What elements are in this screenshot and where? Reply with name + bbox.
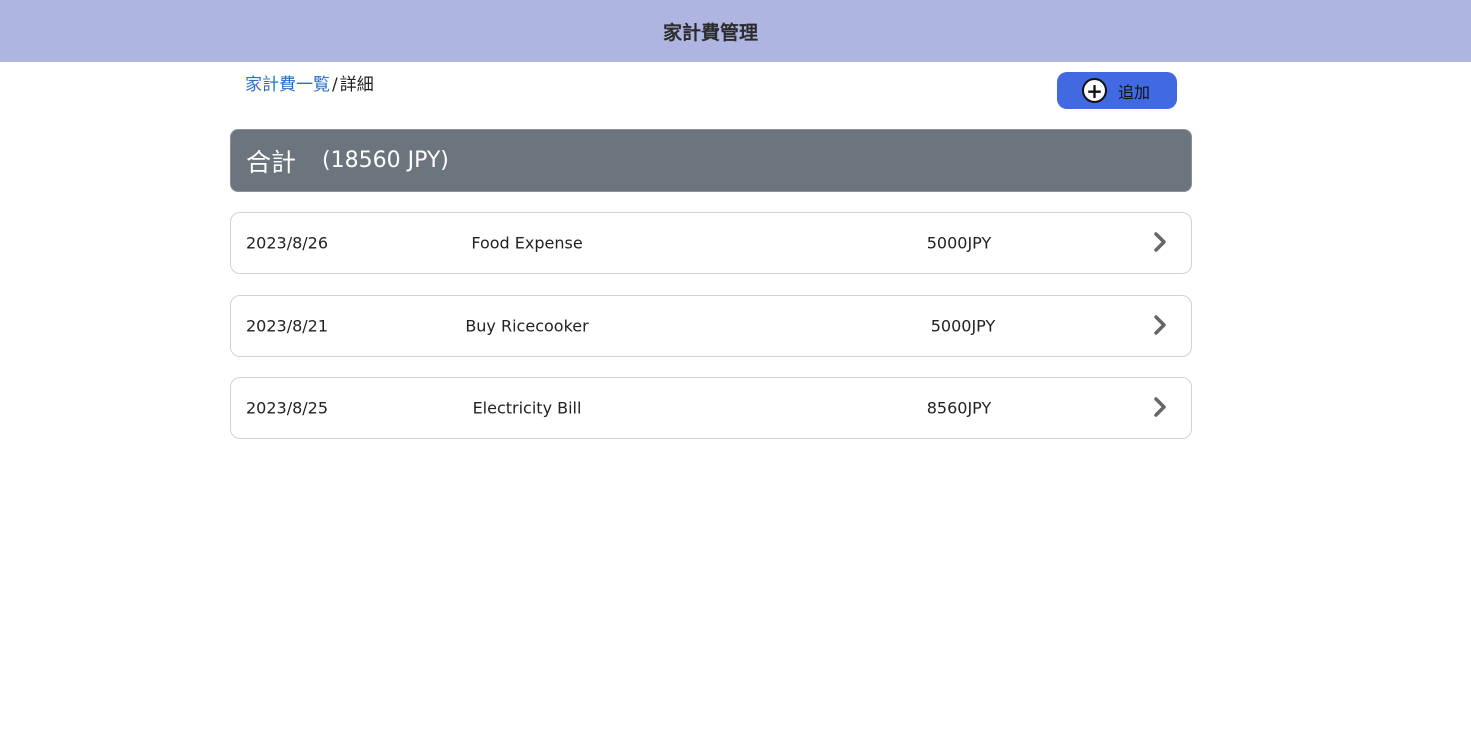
- app-title: 家計費管理: [662, 21, 758, 44]
- breadcrumb-link-list[interactable]: 家計費一覧: [245, 75, 330, 95]
- expense-row[interactable]: 2023/8/25 Electricity Bill 8560JPY: [230, 377, 1192, 439]
- total-amount: (18560 JPY): [322, 148, 449, 173]
- expense-description: Buy Ricecooker: [465, 316, 589, 335]
- app-header: 家計費管理: [0, 0, 1471, 62]
- expense-row[interactable]: 2023/8/26 Food Expense 5000JPY: [230, 212, 1192, 274]
- expense-amount: 5000JPY: [930, 316, 996, 335]
- breadcrumb: 家計費一覧 / 詳細: [245, 73, 374, 97]
- expense-amount: 8560JPY: [926, 398, 992, 418]
- expense-date: 2023/8/25: [246, 398, 329, 418]
- chevron-right-icon[interactable]: [1151, 231, 1169, 253]
- chevron-right-icon[interactable]: [1151, 314, 1169, 336]
- expense-description: Food Expense: [471, 233, 583, 253]
- total-bar: 合計 (18560 JPY): [230, 129, 1192, 192]
- expense-amount: 5000JPY: [926, 233, 992, 253]
- total-label: 合計: [246, 147, 297, 177]
- add-button[interactable]: + 追加: [1057, 72, 1177, 109]
- expense-row[interactable]: 2023/8/21 Buy Ricecooker 5000JPY: [230, 294, 1192, 357]
- expense-date: 2023/8/26: [246, 233, 329, 253]
- expense-description: Electricity Bill: [472, 398, 582, 418]
- chevron-right-icon[interactable]: [1151, 396, 1169, 418]
- breadcrumb-current: 詳細: [339, 75, 374, 95]
- breadcrumb-separator: /: [332, 75, 338, 95]
- expense-list: 2023/8/26 Food Expense 5000JPY 2023/8/21…: [230, 212, 1192, 460]
- plus-circle-icon: +: [1082, 78, 1107, 103]
- add-button-label: 追加: [1118, 82, 1151, 102]
- expense-date: 2023/8/21: [246, 316, 329, 335]
